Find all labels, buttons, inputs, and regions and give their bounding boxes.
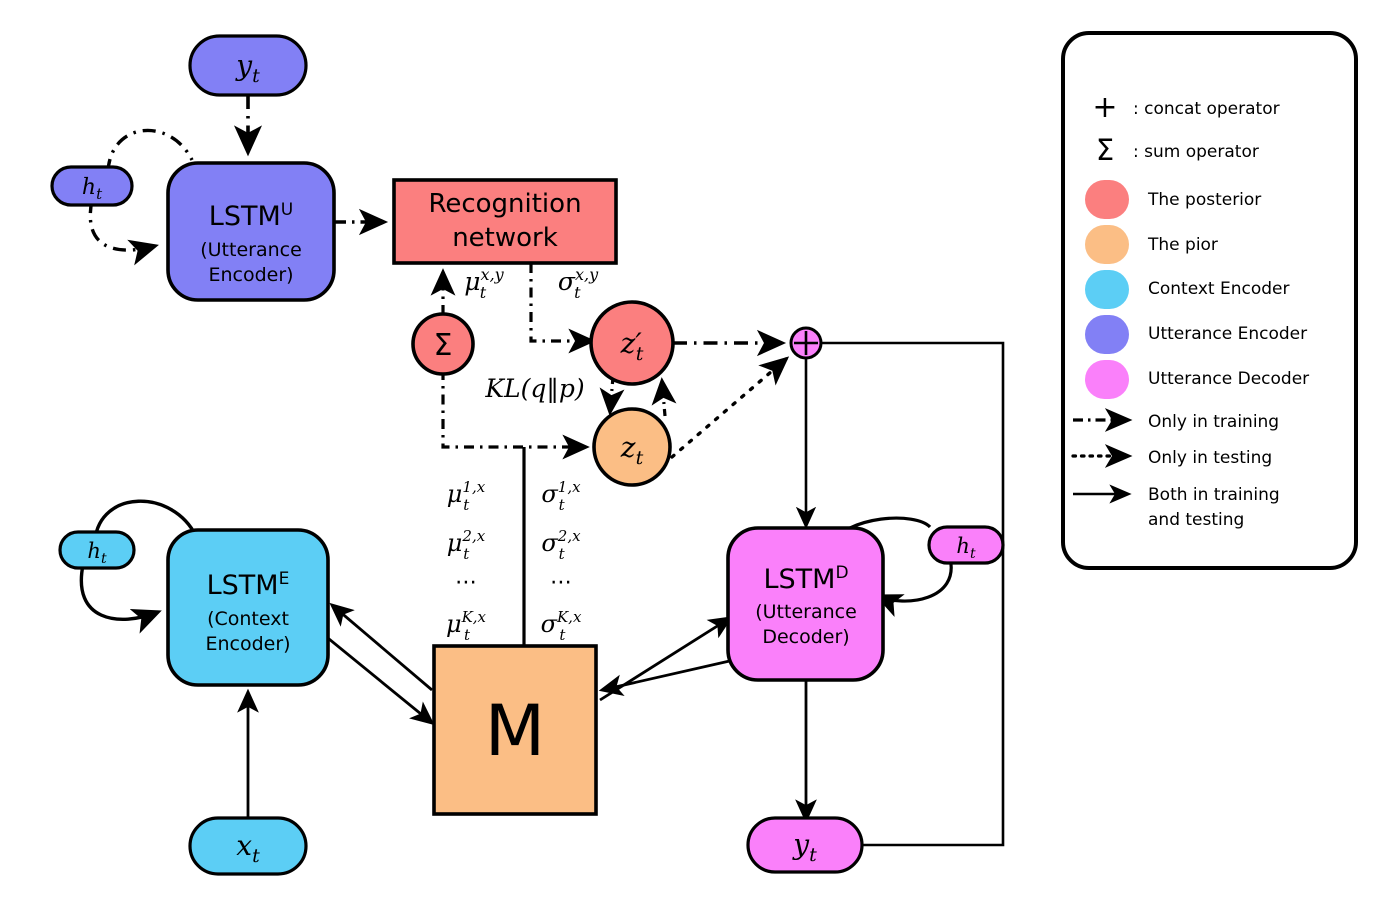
recognition-network-line2: network	[452, 223, 558, 253]
node-ht-utterance-decoder[interactable]: ht	[927, 525, 1005, 565]
node-ht-utterance-encoder[interactable]: ht	[50, 165, 134, 207]
legend-context-encoder-text: Context Encoder	[1148, 279, 1290, 299]
svg-text:σK,xt: σK,x t	[541, 608, 582, 644]
plus-icon: +	[1092, 90, 1117, 125]
node-xt[interactable]: xt	[188, 816, 308, 876]
edge-m-to-lstmd	[599, 616, 733, 702]
node-z-prime-label: z′t	[620, 327, 644, 365]
legend-utterance-encoder-text: Utterance Encoder	[1148, 324, 1307, 344]
svg-text:σx,yt: σx,y t	[558, 265, 599, 302]
recognition-network-line1: Recognition	[428, 189, 581, 219]
diagram-canvas: yt ht LSTMU (Utterance Encoder) Recognit…	[0, 0, 1388, 922]
lstm-u-subtitle-1: (Utterance	[200, 239, 302, 261]
edge-zt-to-concat	[670, 356, 790, 459]
svg-text:μK,xt: μK,x t	[446, 608, 487, 644]
svg-text:⋯: ⋯	[550, 570, 572, 595]
legend-prior-text: The pior	[1147, 235, 1218, 255]
edge-m-to-lstme	[329, 602, 433, 692]
lstm-u-subtitle-2: Encoder)	[208, 264, 293, 286]
lstm-e-title: LSTME	[207, 569, 290, 601]
node-z-prior[interactable]: zt	[592, 407, 672, 487]
lstm-e-subtitle-2: Encoder)	[205, 633, 290, 655]
legend-utterance-decoder-text: Utterance Decoder	[1148, 369, 1309, 389]
legend-testing-text: Only in testing	[1148, 448, 1272, 468]
lstm-d-subtitle-1: (Utterance	[755, 601, 857, 623]
sigma-icon: Σ	[1096, 133, 1114, 167]
swatch-utterance-encoder	[1085, 315, 1129, 354]
node-memory-matrix[interactable]: M	[432, 644, 598, 816]
legend-both-text-line2: and testing	[1148, 510, 1244, 530]
node-recognition-network[interactable]: Recognition network	[392, 178, 618, 265]
swatch-prior	[1085, 225, 1129, 264]
edge-ht-loop-lstmu	[106, 128, 194, 173]
legend-sum-text: : sum operator	[1133, 142, 1259, 162]
edge-zprime-to-zt-kl	[599, 376, 625, 416]
label-sigma-column: σ1,x t σ2,x t ⋯ σK,x t	[541, 478, 582, 644]
swatch-posterior	[1085, 180, 1129, 219]
svg-text:μ1,xt: μ1,x t	[447, 478, 486, 514]
legend-training-text: Only in training	[1148, 412, 1279, 432]
svg-text:μ2,xt: μ2,x t	[447, 527, 486, 563]
architecture-diagram: yt ht LSTMU (Utterance Encoder) Recognit…	[50, 31, 1358, 876]
legend-both-text-line1: Both in training	[1148, 485, 1280, 505]
node-yt-bottom[interactable]: yt	[746, 816, 864, 874]
edge-zt-to-zprime	[651, 377, 677, 417]
node-lstm-context-encoder[interactable]: LSTME (Context Encoder)	[166, 528, 330, 687]
node-sum-operator[interactable]: Σ	[411, 312, 475, 376]
legend-posterior-text: The posterior	[1147, 190, 1261, 210]
edge-ht-loop-lstmd-return	[874, 557, 953, 618]
label-kl-divergence: KL(q‖p)	[484, 374, 584, 404]
lstm-d-subtitle-2: Decoder)	[762, 626, 849, 648]
node-z-prime-posterior[interactable]: z′t	[589, 300, 675, 386]
swatch-utterance-decoder	[1085, 360, 1129, 399]
sum-operator-symbol: Σ	[434, 328, 453, 363]
node-lstm-utterance-decoder[interactable]: LSTMD (Utterance Decoder)	[726, 526, 885, 682]
swatch-context-encoder	[1085, 270, 1129, 309]
node-lstm-utterance-encoder[interactable]: LSTMU (Utterance Encoder)	[166, 161, 336, 302]
label-mu-xy: μx,y t	[464, 265, 504, 302]
svg-text:μx,yt: μx,y t	[464, 265, 504, 302]
node-ht-context-encoder[interactable]: ht	[58, 530, 136, 570]
label-sigma-xy: σx,y t	[558, 265, 599, 302]
svg-text:σ1,xt: σ1,x t	[541, 478, 581, 514]
label-mu-column: μ1,x t μ2,x t ⋯ μK,x t	[446, 478, 487, 644]
edge-lstmd-to-m	[598, 658, 735, 697]
legend-concat-text: : concat operator	[1133, 99, 1280, 119]
lstm-e-subtitle-1: (Context	[207, 608, 289, 630]
edge-ht-loop-lstmu-return	[88, 199, 159, 266]
node-yt-top[interactable]: yt	[188, 34, 308, 97]
lstm-u-title: LSTMU	[209, 200, 293, 232]
memory-matrix-label: M	[485, 690, 545, 772]
edge-ht-loop-lstme-return	[79, 564, 162, 634]
svg-text:σ2,xt: σ2,x t	[541, 527, 581, 563]
svg-text:⋯: ⋯	[455, 570, 477, 595]
node-concat-operator[interactable]	[789, 326, 823, 360]
legend-panel: + : concat operator Σ : sum operator The…	[1061, 31, 1358, 570]
